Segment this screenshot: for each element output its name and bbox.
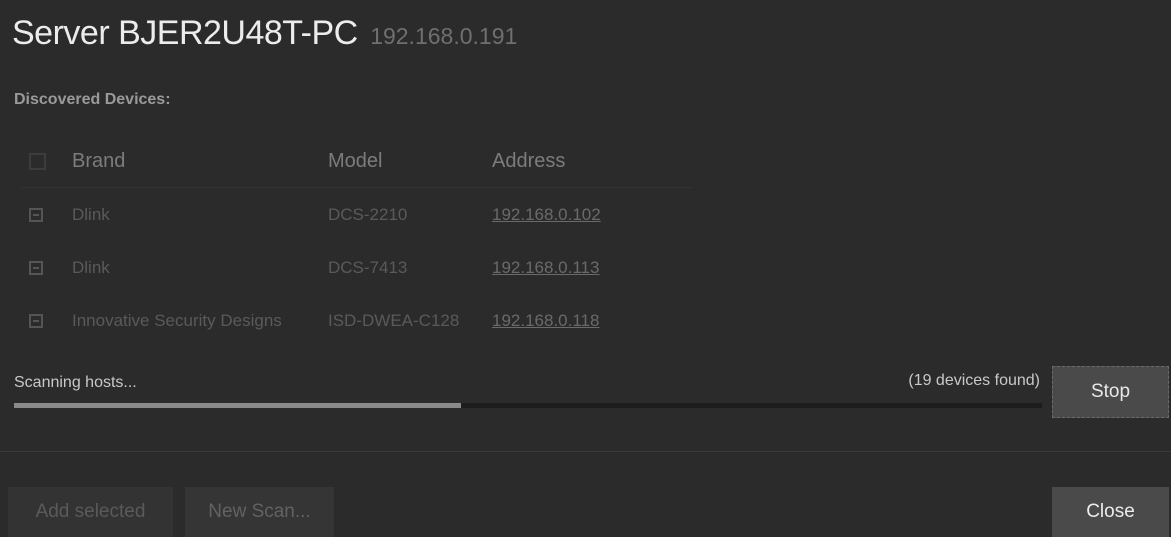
column-header-brand[interactable]: Brand bbox=[72, 135, 328, 188]
row-address-link[interactable]: 192.168.0.113 bbox=[492, 258, 599, 277]
row-brand: Dlink bbox=[72, 257, 110, 277]
column-header-address[interactable]: Address bbox=[492, 135, 692, 188]
row-model: DCS-7413 bbox=[328, 257, 408, 277]
row-address-cell: 192.168.0.113 bbox=[492, 241, 692, 294]
dialog-title-bar: Server BJER2U48T-PC 192.168.0.191 bbox=[12, 14, 517, 64]
row-checkbox-cell bbox=[21, 188, 72, 242]
row-brand: Innovative Security Designs bbox=[72, 310, 282, 330]
server-ip: 192.168.0.191 bbox=[370, 23, 518, 49]
scan-progress-bar bbox=[14, 403, 1042, 408]
row-checkbox-cell bbox=[21, 241, 72, 294]
row-checkbox[interactable] bbox=[29, 261, 43, 276]
stop-button[interactable]: Stop bbox=[1052, 366, 1169, 418]
close-button[interactable]: Close bbox=[1052, 487, 1169, 537]
section-label: Discovered Devices: bbox=[14, 91, 171, 108]
table-header-row: Brand Model Address bbox=[21, 135, 692, 188]
row-checkbox-cell bbox=[21, 294, 72, 347]
table-row[interactable]: Dlink DCS-2210 192.168.0.102 bbox=[21, 188, 692, 242]
header-checkbox-cell bbox=[21, 135, 72, 188]
scan-status-text: Scanning hosts... bbox=[14, 374, 137, 391]
select-all-checkbox[interactable] bbox=[29, 152, 46, 170]
row-model: DCS-2210 bbox=[328, 204, 408, 224]
devices-table: Brand Model Address Dlink DCS-2210 192.1… bbox=[21, 135, 692, 347]
table-row[interactable]: Dlink DCS-7413 192.168.0.113 bbox=[21, 241, 692, 294]
row-checkbox[interactable] bbox=[29, 314, 43, 329]
scan-progress-fill bbox=[14, 403, 462, 408]
devices-found-count: (19 devices found) bbox=[908, 372, 1040, 389]
row-address-link[interactable]: 192.168.0.118 bbox=[492, 311, 599, 330]
footer-divider bbox=[0, 451, 1171, 452]
add-selected-button[interactable]: Add selected bbox=[8, 487, 173, 537]
row-address-cell: 192.168.0.118 bbox=[492, 294, 692, 347]
row-checkbox[interactable] bbox=[29, 208, 43, 223]
row-address-link[interactable]: 192.168.0.102 bbox=[492, 205, 601, 224]
row-model: ISD-DWEA-C128 bbox=[328, 310, 460, 330]
new-scan-button[interactable]: New Scan... bbox=[185, 487, 334, 537]
table-row[interactable]: Innovative Security Designs ISD-DWEA-C12… bbox=[21, 294, 692, 347]
row-brand: Dlink bbox=[72, 204, 110, 224]
dialog-title: Server BJER2U48T-PC bbox=[12, 14, 358, 52]
column-header-model[interactable]: Model bbox=[328, 135, 492, 188]
row-address-cell: 192.168.0.102 bbox=[492, 188, 692, 242]
